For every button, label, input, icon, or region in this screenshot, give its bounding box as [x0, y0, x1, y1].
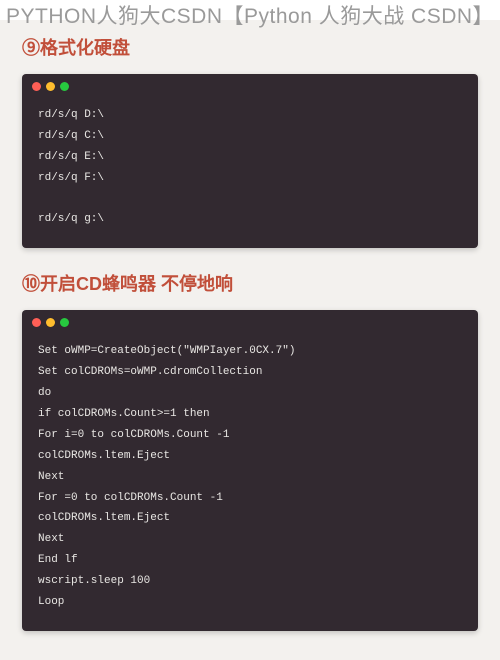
code-line: rd/s/q E:\ [38, 147, 462, 168]
code-line: Next [38, 467, 462, 488]
close-icon [32, 82, 41, 91]
code-line: Loop [38, 592, 462, 613]
code-line: wscript.sleep 100 [38, 571, 462, 592]
section-heading-format-disk: ⑨格式化硬盘 [22, 34, 478, 60]
article-content: ⑨格式化硬盘 rd/s/q D:\rd/s/q C:\rd/s/q E:\rd/… [0, 20, 500, 660]
code-line: End lf [38, 550, 462, 571]
code-line: if colCDROMs.Count>=1 then [38, 404, 462, 425]
code-block-format-disk: rd/s/q D:\rd/s/q C:\rd/s/q E:\rd/s/q F:\… [22, 74, 478, 248]
minimize-icon [46, 82, 55, 91]
code-content-1: rd/s/q D:\rd/s/q C:\rd/s/q E:\rd/s/q F:\… [22, 97, 478, 234]
code-line: do [38, 383, 462, 404]
code-line: Set colCDROMs=oWMP.cdromCollection [38, 362, 462, 383]
code-line: For =0 to colCDROMs.Count -1 [38, 488, 462, 509]
window-buttons [22, 310, 478, 333]
maximize-icon [60, 82, 69, 91]
code-line: Next [38, 529, 462, 550]
code-line: rd/s/q g:\ [38, 209, 462, 230]
code-line: colCDROMs.ltem.Eject [38, 508, 462, 529]
close-icon [32, 318, 41, 327]
code-line: rd/s/q C:\ [38, 126, 462, 147]
code-block-cd-buzzer: Set oWMP=CreateObject("WMPIayer.0CX.7")S… [22, 310, 478, 631]
code-line [38, 189, 462, 210]
section-heading-cd-buzzer: ⑩开启CD蜂鸣器 不停地响 [22, 270, 478, 296]
code-line: colCDROMs.ltem.Eject [38, 446, 462, 467]
code-line: Set oWMP=CreateObject("WMPIayer.0CX.7") [38, 341, 462, 362]
code-content-2: Set oWMP=CreateObject("WMPIayer.0CX.7")S… [22, 333, 478, 617]
code-line: For i=0 to colCDROMs.Count -1 [38, 425, 462, 446]
minimize-icon [46, 318, 55, 327]
window-buttons [22, 74, 478, 97]
code-line: rd/s/q D:\ [38, 105, 462, 126]
maximize-icon [60, 318, 69, 327]
code-line: rd/s/q F:\ [38, 168, 462, 189]
